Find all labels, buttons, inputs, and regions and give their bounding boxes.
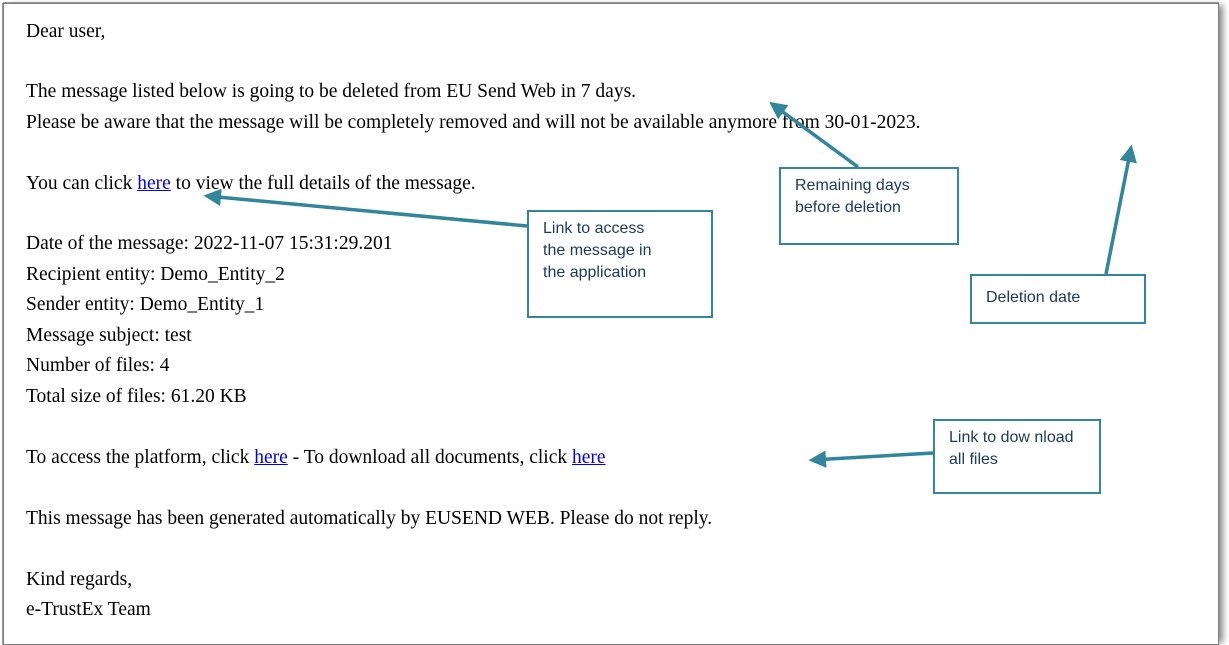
callout-view-link: Link to access the message in the applic… (527, 210, 713, 318)
download-all-link[interactable]: here (572, 447, 606, 468)
auto-generated-notice: This message has been generated automati… (26, 508, 713, 529)
callout-download-link-line: Link to dow nload (949, 429, 1074, 446)
deletion-notice: The message listed below is going to be … (26, 81, 637, 102)
callout-deletion-date-line: Deletion date (986, 289, 1081, 306)
detail-file-count: Number of files: 4 (26, 355, 170, 376)
detail-total-size: Total size of files: 61.20 KB (26, 386, 247, 407)
access-platform-link[interactable]: here (254, 447, 288, 468)
view-suffix: to view the full details of the message. (170, 173, 476, 194)
callout-download-link: Link to dow nload all files (933, 419, 1101, 494)
greeting: Dear user, (26, 21, 106, 42)
callout-remaining-days-line: before deletion (795, 199, 901, 216)
closing: Kind regards, (26, 569, 133, 590)
callout-deletion-date: Deletion date (970, 274, 1146, 324)
removal-notice: Please be aware that the message will be… (26, 112, 921, 133)
detail-subject: Message subject: test (26, 325, 192, 346)
detail-date: Date of the message: 2022-11-07 15:31:29… (26, 233, 393, 254)
callout-view-link-line: the application (543, 264, 647, 281)
signature: e-TrustEx Team (26, 599, 151, 620)
detail-recipient: Recipient entity: Demo_Entity_2 (26, 264, 285, 285)
download-middle: - To download all documents, click (287, 447, 572, 468)
callout-view-link-line: the message in (543, 242, 652, 259)
detail-sender: Sender entity: Demo_Entity_1 (26, 294, 265, 315)
callout-remaining-days: Remaining days before deletion (779, 167, 959, 245)
callout-remaining-days-line: Remaining days (795, 177, 910, 194)
access-download-line: To access the platform, click here - To … (26, 447, 606, 469)
access-prefix: To access the platform, click (26, 447, 255, 468)
view-details-line: You can click here to view the full deta… (26, 173, 476, 195)
view-prefix: You can click (26, 173, 138, 194)
callout-download-link-line: all files (949, 451, 998, 468)
view-details-link[interactable]: here (137, 173, 171, 194)
callout-view-link-line: Link to access (543, 220, 645, 237)
